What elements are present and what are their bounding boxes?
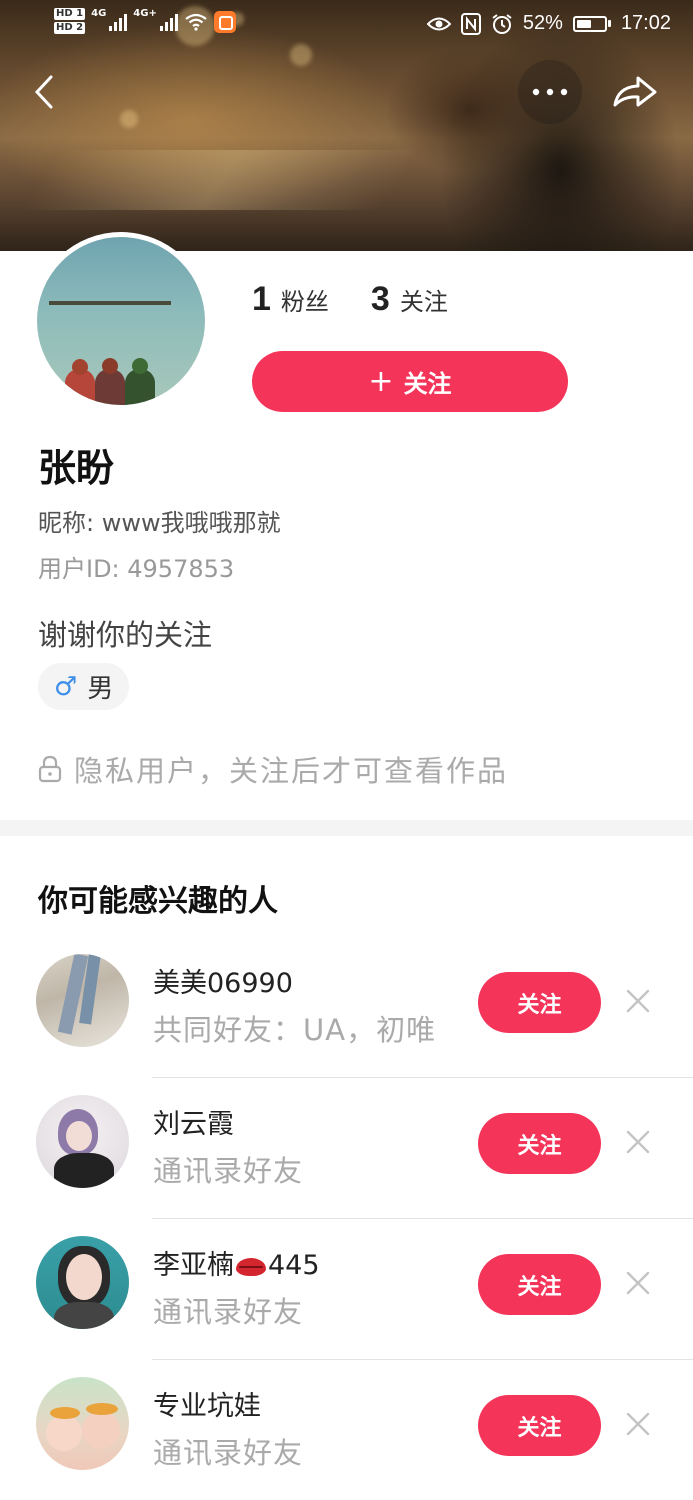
signal-icon-2 — [159, 13, 178, 31]
network-type-2: 4G+ — [133, 8, 157, 19]
recommendation-row[interactable]: 美美06990 共同好友：UA，初唯 关注 — [0, 937, 693, 1078]
share-arrow-icon — [613, 76, 657, 107]
recommendation-follow-button[interactable]: 关注 — [478, 1113, 601, 1174]
privacy-notice: 隐私用户，关注后才可查看作品 — [38, 748, 508, 790]
recommendation-name[interactable]: 专业坑娃 — [153, 1384, 261, 1423]
recommendation-row[interactable]: 李亚楠 445 通讯录好友 关注 — [0, 1219, 693, 1360]
wifi-icon — [185, 13, 207, 31]
close-icon[interactable] — [623, 986, 653, 1016]
nfc-icon — [460, 12, 481, 35]
recommendation-name[interactable]: 刘云霞 — [153, 1102, 234, 1141]
recommendation-subtitle: 通讯录好友 — [153, 1154, 304, 1188]
profile-bio: 谢谢你的关注 — [38, 618, 213, 652]
network-type-1: 4G — [91, 8, 107, 19]
plus-icon: + — [368, 363, 394, 399]
hd2-badge: HD 2 — [54, 22, 86, 34]
recommendation-avatar[interactable] — [36, 1095, 129, 1188]
following-count: 3 — [370, 280, 390, 318]
battery-icon — [572, 15, 611, 32]
section-divider — [0, 820, 693, 836]
recommendation-avatar[interactable] — [36, 1377, 129, 1470]
hd1-badge: HD 1 — [54, 8, 86, 20]
recommendation-subtitle: 通讯录好友 — [153, 1436, 304, 1470]
chevron-left-icon — [34, 75, 53, 109]
profile-user-id: 用户ID: 4957853 — [38, 555, 235, 583]
eye-icon — [426, 17, 451, 30]
battery-percent: 52% — [522, 12, 563, 34]
kiss-lips-icon — [236, 1258, 266, 1276]
recommendation-row[interactable]: 刘云霞 通讯录好友 关注 — [0, 1078, 693, 1219]
recommendation-follow-button[interactable]: 关注 — [478, 1254, 601, 1315]
follow-button-label: 关注 — [403, 370, 452, 398]
gender-badge: ♂ 男 — [38, 663, 130, 710]
profile-avatar[interactable] — [32, 232, 210, 410]
profile-stats: 1 粉丝 3 关注 — [252, 280, 448, 319]
gender-label: 男 — [87, 674, 114, 704]
lock-icon — [38, 755, 62, 783]
profile-name: 张盼 — [38, 446, 115, 490]
followers-stat[interactable]: 1 粉丝 — [252, 280, 329, 319]
recommendation-row[interactable]: 专业坑娃 通讯录好友 关注 — [0, 1360, 693, 1500]
profile-nickname: 昵称: www我哦哦那就 — [38, 509, 281, 537]
following-label: 关注 — [399, 288, 448, 316]
recommendation-follow-button[interactable]: 关注 — [478, 972, 601, 1033]
recommendation-name-prefix: 李亚楠 — [153, 1250, 234, 1281]
close-icon[interactable] — [623, 1268, 653, 1298]
recommendation-name[interactable]: 美美06990 — [153, 961, 293, 1000]
recommendation-name-suffix: 445 — [268, 1250, 320, 1281]
more-button[interactable] — [518, 60, 582, 124]
recommendation-name[interactable]: 李亚楠 445 — [153, 1243, 320, 1282]
recommendation-avatar[interactable] — [36, 954, 129, 1047]
more-dots-icon — [532, 88, 568, 96]
close-icon[interactable] — [623, 1127, 653, 1157]
followers-label: 粉丝 — [280, 288, 329, 316]
signal-icon — [109, 13, 128, 31]
status-bar: HD 1 HD 2 4G 4G+ 52% 17:02 — [0, 0, 693, 52]
clock: 17:02 — [620, 12, 671, 34]
app-notification-icon — [213, 11, 236, 33]
male-icon: ♂ — [54, 671, 78, 702]
recommendation-follow-button[interactable]: 关注 — [478, 1395, 601, 1456]
privacy-text: 隐私用户，关注后才可查看作品 — [74, 754, 509, 788]
share-button[interactable] — [603, 60, 667, 124]
follow-button[interactable]: + 关注 — [252, 351, 568, 412]
recommendation-subtitle: 通讯录好友 — [153, 1295, 304, 1329]
following-stat[interactable]: 3 关注 — [371, 280, 448, 319]
recommendations-title: 你可能感兴趣的人 — [38, 884, 278, 919]
close-icon[interactable] — [623, 1409, 653, 1439]
recommendation-avatar[interactable] — [36, 1236, 129, 1329]
alarm-icon — [492, 13, 512, 34]
recommendation-subtitle: 共同好友：UA，初唯 — [153, 1013, 437, 1047]
back-button[interactable] — [12, 60, 76, 124]
followers-count: 1 — [252, 280, 271, 318]
